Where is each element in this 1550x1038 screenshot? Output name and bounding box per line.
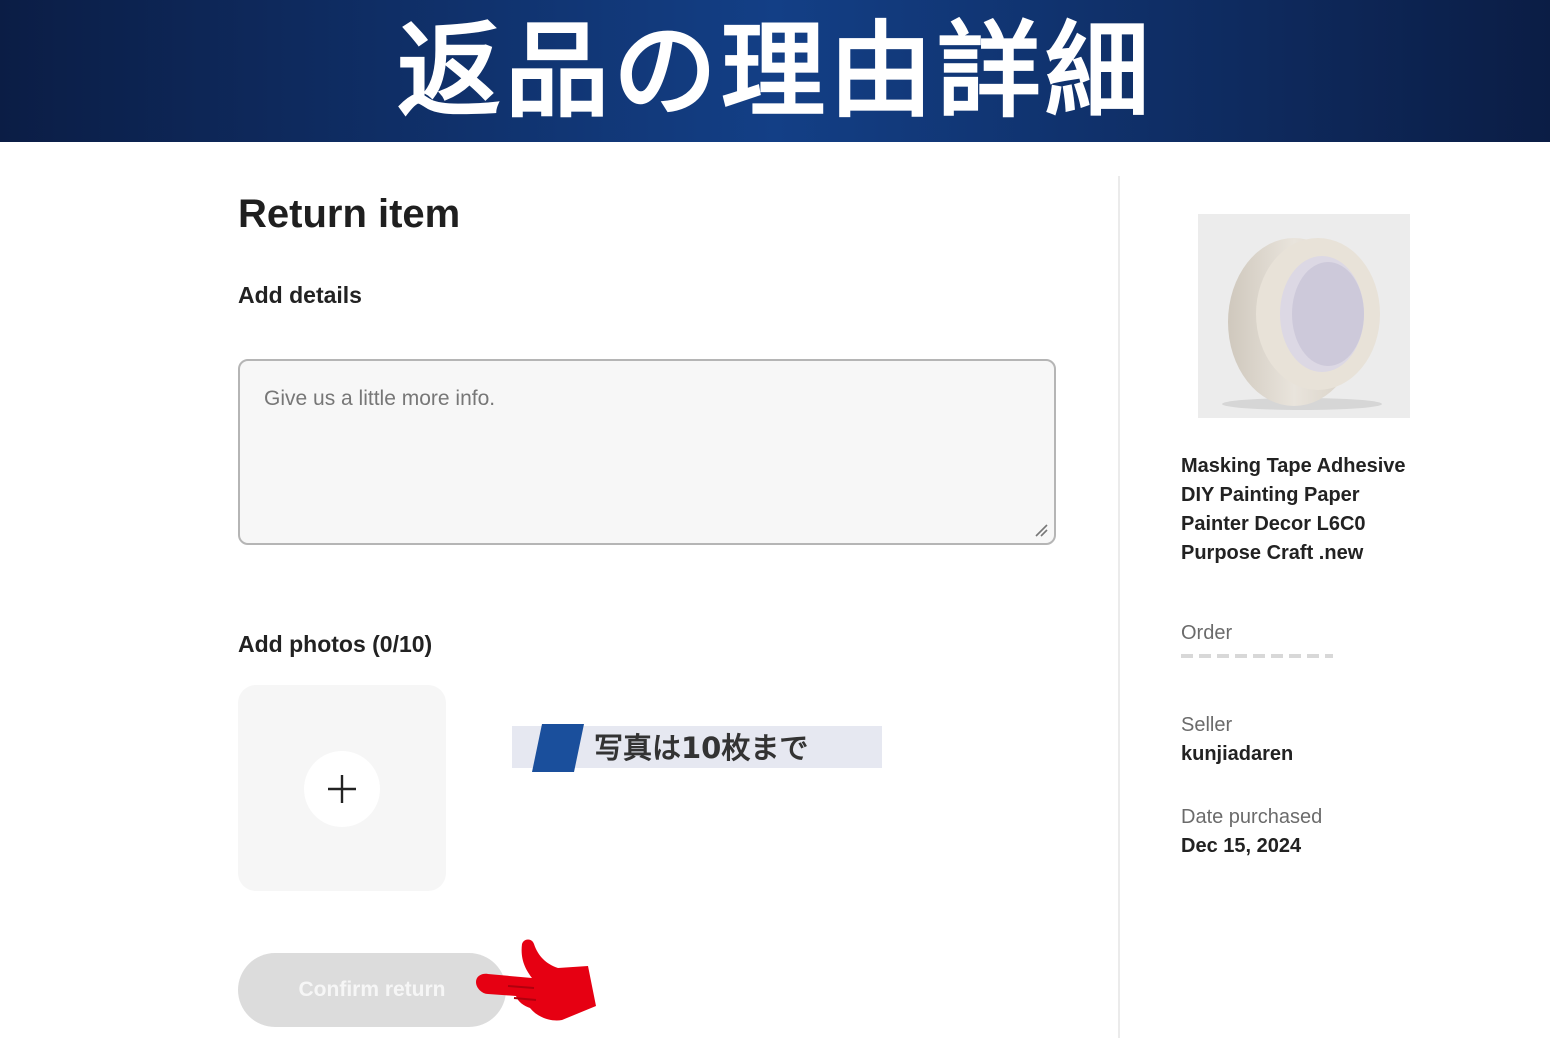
details-input[interactable] (240, 361, 1054, 543)
add-photo-tile[interactable] (238, 685, 446, 891)
photos-label: Add photos (0/10) (238, 631, 433, 657)
column-divider (1118, 176, 1120, 1038)
add-photo-button[interactable] (304, 751, 380, 827)
details-field (238, 359, 1056, 545)
page-title: Return item (238, 192, 461, 236)
tape-roll-image (1222, 238, 1382, 410)
banner-title: 返品の理由詳細 (396, 10, 1153, 132)
photo-limit-text: 写真は10枚まで (594, 731, 809, 765)
plus-icon (328, 775, 356, 803)
order-number-redacted (1181, 654, 1333, 658)
note-marker-icon (532, 724, 584, 772)
header-banner: 返品の理由詳細 (0, 0, 1550, 142)
date-label: Date purchased (1181, 806, 1323, 828)
resize-handle-icon[interactable] (1034, 523, 1048, 537)
product-title[interactable]: Masking Tape Adhesive DIY Painting Paper… (1181, 452, 1417, 568)
details-label: Add details (238, 282, 362, 308)
product-image (1198, 214, 1410, 418)
confirm-return-button[interactable]: Confirm return (238, 953, 506, 1027)
date-value: Dec 15, 2024 (1181, 835, 1302, 857)
seller-name[interactable]: kunjiadaren (1181, 743, 1293, 766)
order-label: Order (1181, 622, 1233, 644)
pointing-hand-icon (476, 939, 596, 1021)
seller-label: Seller (1181, 714, 1233, 736)
